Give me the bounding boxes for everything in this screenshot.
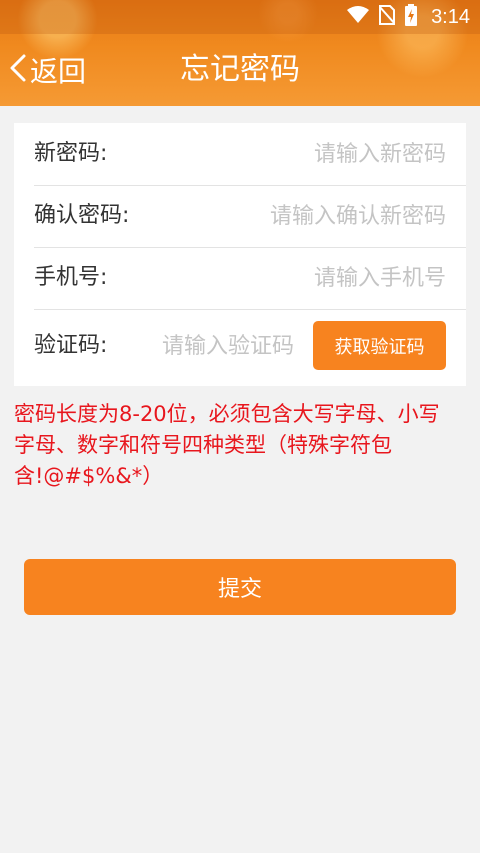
submit-button[interactable]: 提交: [24, 559, 456, 615]
status-bar: 3:14: [0, 0, 480, 34]
new-password-input[interactable]: [144, 123, 446, 185]
status-icons: 3:14: [347, 0, 470, 34]
new-password-row: 新密码:: [34, 123, 466, 186]
back-button[interactable]: 返回: [8, 42, 86, 98]
password-rules-hint: 密码长度为8-20位，必须包含大写字母、小写字母、数字和符号四种类型（特殊字符包…: [14, 402, 440, 488]
verification-code-input[interactable]: [162, 321, 312, 371]
confirm-password-row: 确认密码:: [34, 185, 466, 248]
confirm-password-input[interactable]: [164, 185, 446, 247]
password-reset-form: 新密码: 确认密码: 手机号: 验证码: 获取验证码: [14, 123, 466, 386]
verification-code-label: 验证码:: [34, 333, 108, 358]
verification-code-row: 验证码: 获取验证码: [34, 309, 466, 386]
status-time: 3:14: [431, 5, 470, 28]
phone-row: 手机号:: [34, 247, 466, 310]
battery-charging-icon: [405, 4, 418, 30]
back-label: 返回: [30, 55, 87, 88]
phone-input[interactable]: [144, 247, 446, 309]
wifi-icon: [347, 6, 370, 28]
get-code-button[interactable]: 获取验证码: [313, 321, 446, 370]
app-header: 返回 忘记密码: [0, 34, 480, 106]
new-password-label: 新密码:: [34, 141, 108, 166]
no-sim-icon: [378, 5, 396, 29]
confirm-password-label: 确认密码:: [34, 203, 130, 228]
phone-label: 手机号:: [34, 265, 108, 290]
chevron-left-icon: [8, 53, 28, 87]
